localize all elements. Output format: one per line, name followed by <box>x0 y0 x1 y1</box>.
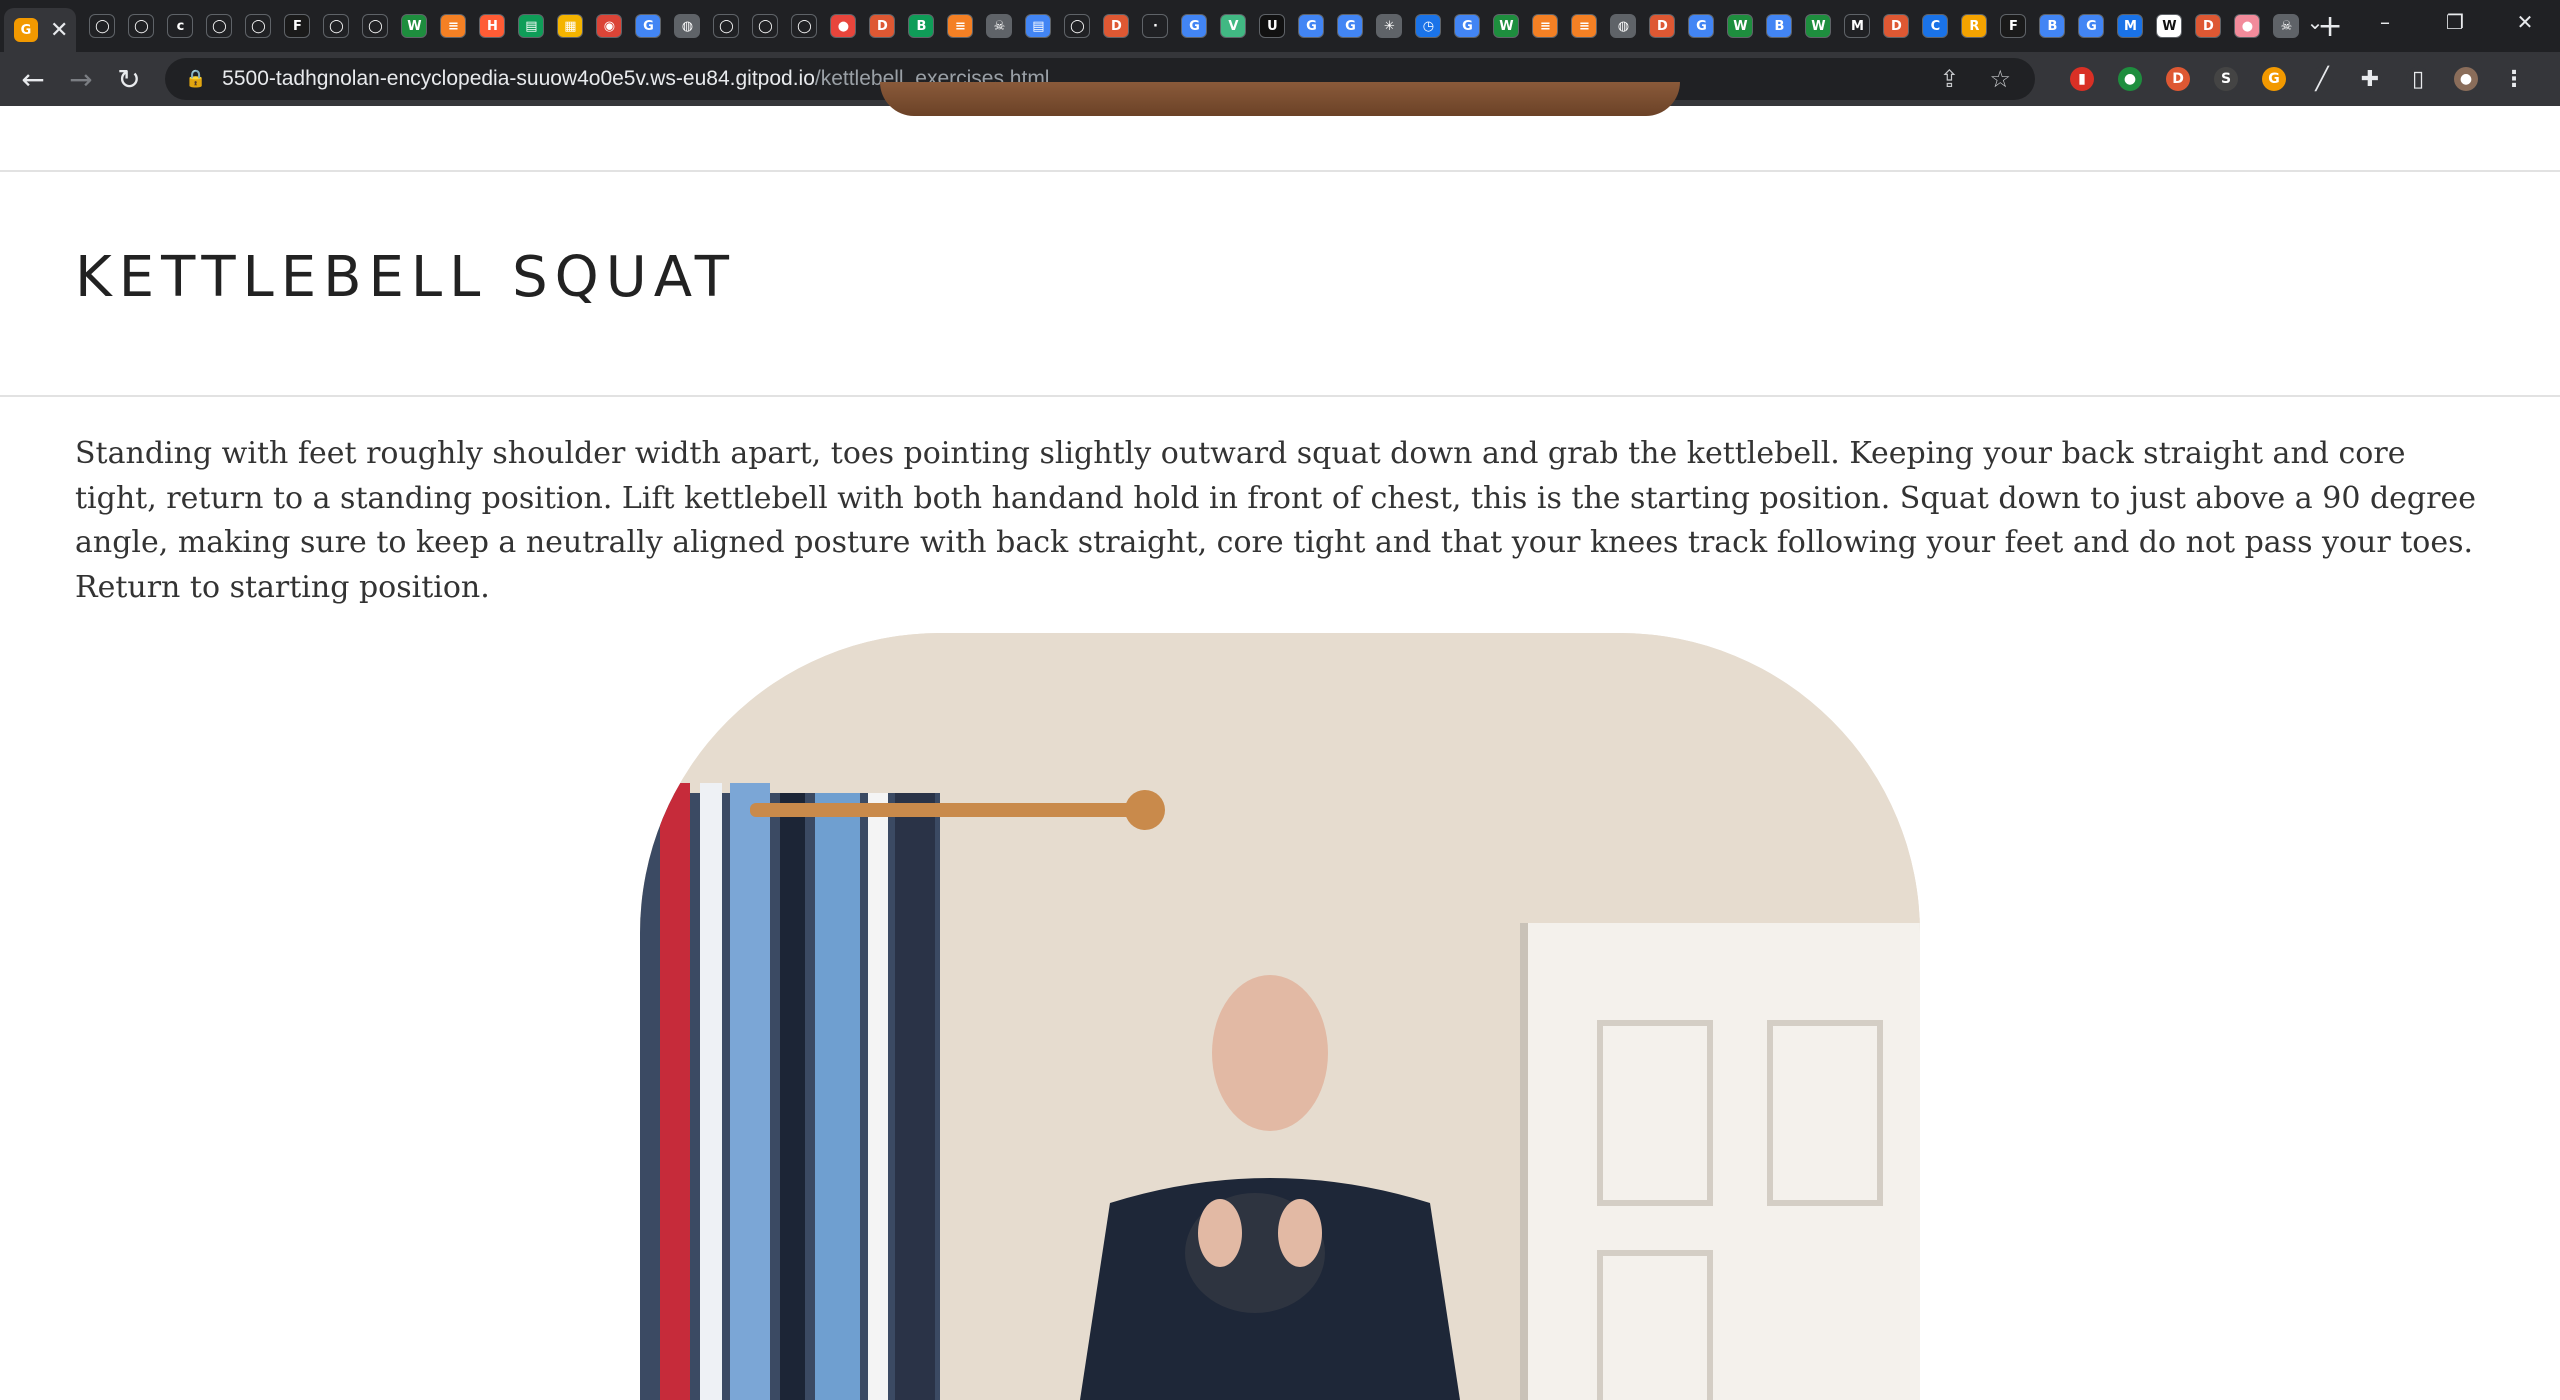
vue-icon[interactable]: V <box>1220 14 1247 38</box>
chrome-icon[interactable]: ◉ <box>596 14 623 38</box>
dropper-icon[interactable]: ╱ <box>2310 67 2334 92</box>
g-ext-icon[interactable]: G <box>2262 67 2286 91</box>
sparkle-icon[interactable]: ✳ <box>1376 14 1403 38</box>
gitpod-favicon-icon: G <box>14 18 38 42</box>
r-icon[interactable]: R <box>1961 14 1988 38</box>
google-icon[interactable]: G <box>1181 14 1208 38</box>
bookmark-star-icon[interactable]: ☆ <box>1989 65 2011 93</box>
github-icon[interactable]: ◯ <box>791 14 818 38</box>
divider <box>0 170 2560 172</box>
m-icon[interactable]: M <box>1844 14 1871 38</box>
bookmark-red-icon[interactable]: ▮ <box>2070 67 2094 91</box>
puzzle-icon[interactable]: ✚ <box>2358 67 2382 92</box>
skull-icon[interactable]: ☠ <box>986 14 1013 38</box>
duckduckgo-icon[interactable]: D <box>1103 14 1130 38</box>
github-icon[interactable]: ◯ <box>713 14 740 38</box>
photo-illustration <box>640 633 1920 1400</box>
s-ext-icon[interactable]: S <box>2214 67 2238 91</box>
github-icon[interactable]: ◯ <box>323 14 350 38</box>
f-icon[interactable]: F <box>284 14 311 38</box>
github-icon[interactable]: ◯ <box>245 14 272 38</box>
sheet-icon[interactable]: ▤ <box>1025 14 1052 38</box>
duckduckgo-icon[interactable]: D <box>2166 67 2190 91</box>
w-icon[interactable]: W <box>401 14 428 38</box>
w-icon[interactable]: W <box>1727 14 1754 38</box>
github-icon[interactable]: ◯ <box>128 14 155 38</box>
kettlebell-squat-photo <box>640 633 1920 1400</box>
sidepanel-icon[interactable]: ▯ <box>2406 67 2430 92</box>
profile-avatar-icon[interactable]: ● <box>2454 67 2478 91</box>
page-title: KETTLEBELL SQUAT <box>75 245 736 310</box>
duckduckgo-icon[interactable]: D <box>869 14 896 38</box>
kebab-menu-icon[interactable]: ⋮ <box>2502 67 2526 92</box>
circle-c-icon[interactable]: C <box>1922 14 1949 38</box>
f-icon[interactable]: F <box>2000 14 2027 38</box>
minimize-icon[interactable]: – <box>2350 10 2420 34</box>
hubspot-icon[interactable]: H <box>479 14 506 38</box>
previous-exercise-image <box>880 82 1680 116</box>
github-icon[interactable]: ◯ <box>206 14 233 38</box>
close-window-icon[interactable]: ✕ <box>2490 10 2560 34</box>
url-host: 5500-tadhgnolan-encyclopedia-suuow4o0e5v… <box>222 67 815 90</box>
b-icon[interactable]: B <box>908 14 935 38</box>
w-icon[interactable]: W <box>1805 14 1832 38</box>
green-ext-icon[interactable]: ● <box>2118 67 2142 91</box>
divider <box>0 395 2560 397</box>
restore-icon[interactable]: ❐ <box>2420 10 2490 34</box>
stack-icon[interactable]: ≡ <box>947 14 974 38</box>
globe-icon[interactable]: ◍ <box>674 14 701 38</box>
forward-icon[interactable]: → <box>57 63 105 96</box>
close-tab-icon[interactable]: ✕ <box>50 18 68 43</box>
b-icon[interactable]: B <box>1766 14 1793 38</box>
active-tab[interactable]: G ✕ <box>4 8 77 52</box>
duckduckgo-icon[interactable]: D <box>1883 14 1910 38</box>
circle-icon[interactable]: ● <box>830 14 857 38</box>
m-icon[interactable]: M <box>2117 14 2144 38</box>
share-icon[interactable]: ⇪ <box>1939 65 1959 93</box>
extensions-area: ▮ ● D S G ╱ ✚ ▯ ● ⋮ <box>2070 52 2526 106</box>
google-icon[interactable]: G <box>2078 14 2105 38</box>
github-icon[interactable]: ◯ <box>1064 14 1091 38</box>
pinned-tabs: ◯ ◯ c ◯ ◯ F ◯ ◯ W ≡ H ▤ ▦ ◉ G ◍ ◯ ◯ ◯ ● D B ≡ ☠ ▤ ◯ D · G V U G G ✳ ◷ G W ≡ ≡ ◍… <box>76 14 2300 38</box>
omnibox-actions: ⇪ ☆ <box>1939 58 2011 100</box>
wikipedia-icon[interactable]: W <box>2156 14 2183 38</box>
stack-icon[interactable]: ≡ <box>1532 14 1559 38</box>
brain-icon[interactable]: ● <box>2234 14 2261 38</box>
github-icon[interactable]: ◯ <box>89 14 116 38</box>
duckduckgo-icon[interactable]: D <box>2195 14 2222 38</box>
window-controls: ⌄ – ❐ ✕ <box>2280 0 2560 44</box>
stack-icon[interactable]: ≡ <box>1571 14 1598 38</box>
u-icon[interactable]: U <box>1259 14 1286 38</box>
duckduckgo-icon[interactable]: D <box>1649 14 1676 38</box>
w-icon[interactable]: W <box>1493 14 1520 38</box>
google-icon[interactable]: G <box>1454 14 1481 38</box>
tab-strip: G ✕ ◯ ◯ c ◯ ◯ F ◯ ◯ W ≡ H ▤ ▦ ◉ G ◍ ◯ ◯ ◯ ● D B ≡ ☠ ▤ ◯ D · G V U G G ✳ ◷ G… <box>0 0 2560 52</box>
back-icon[interactable]: ← <box>9 63 57 96</box>
circle-c-icon[interactable]: c <box>167 14 194 38</box>
google-icon[interactable]: G <box>1688 14 1715 38</box>
exercise-description: Standing with feet roughly shoulder widt… <box>75 436 2476 605</box>
globe-icon[interactable]: ◍ <box>1610 14 1637 38</box>
github-icon[interactable]: ◯ <box>752 14 779 38</box>
lock-icon[interactable]: 🔒 <box>185 69 206 89</box>
google-icon[interactable]: G <box>635 14 662 38</box>
blank-icon[interactable]: · <box>1142 14 1169 38</box>
github-icon[interactable]: ◯ <box>362 14 389 38</box>
stack-icon[interactable]: ≡ <box>440 14 467 38</box>
calc-icon[interactable]: ▦ <box>557 14 584 38</box>
tab-search-icon[interactable]: ⌄ <box>2280 10 2350 34</box>
sheet-icon[interactable]: ▤ <box>518 14 545 38</box>
clock-icon[interactable]: ◷ <box>1415 14 1442 38</box>
reload-icon[interactable]: ↻ <box>105 63 153 96</box>
google-icon[interactable]: G <box>1298 14 1325 38</box>
google-icon[interactable]: G <box>1337 14 1364 38</box>
b-icon[interactable]: B <box>2039 14 2066 38</box>
